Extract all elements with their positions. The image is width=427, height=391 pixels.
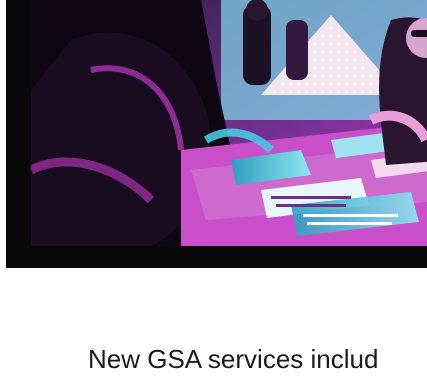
hero-image <box>31 0 427 246</box>
photo-image-icon <box>31 0 427 246</box>
article-page: New GSA services includ <box>0 0 427 391</box>
caption-text: New GSA services includ <box>88 341 378 377</box>
caption-line-1: New GSA services includ <box>88 344 379 374</box>
